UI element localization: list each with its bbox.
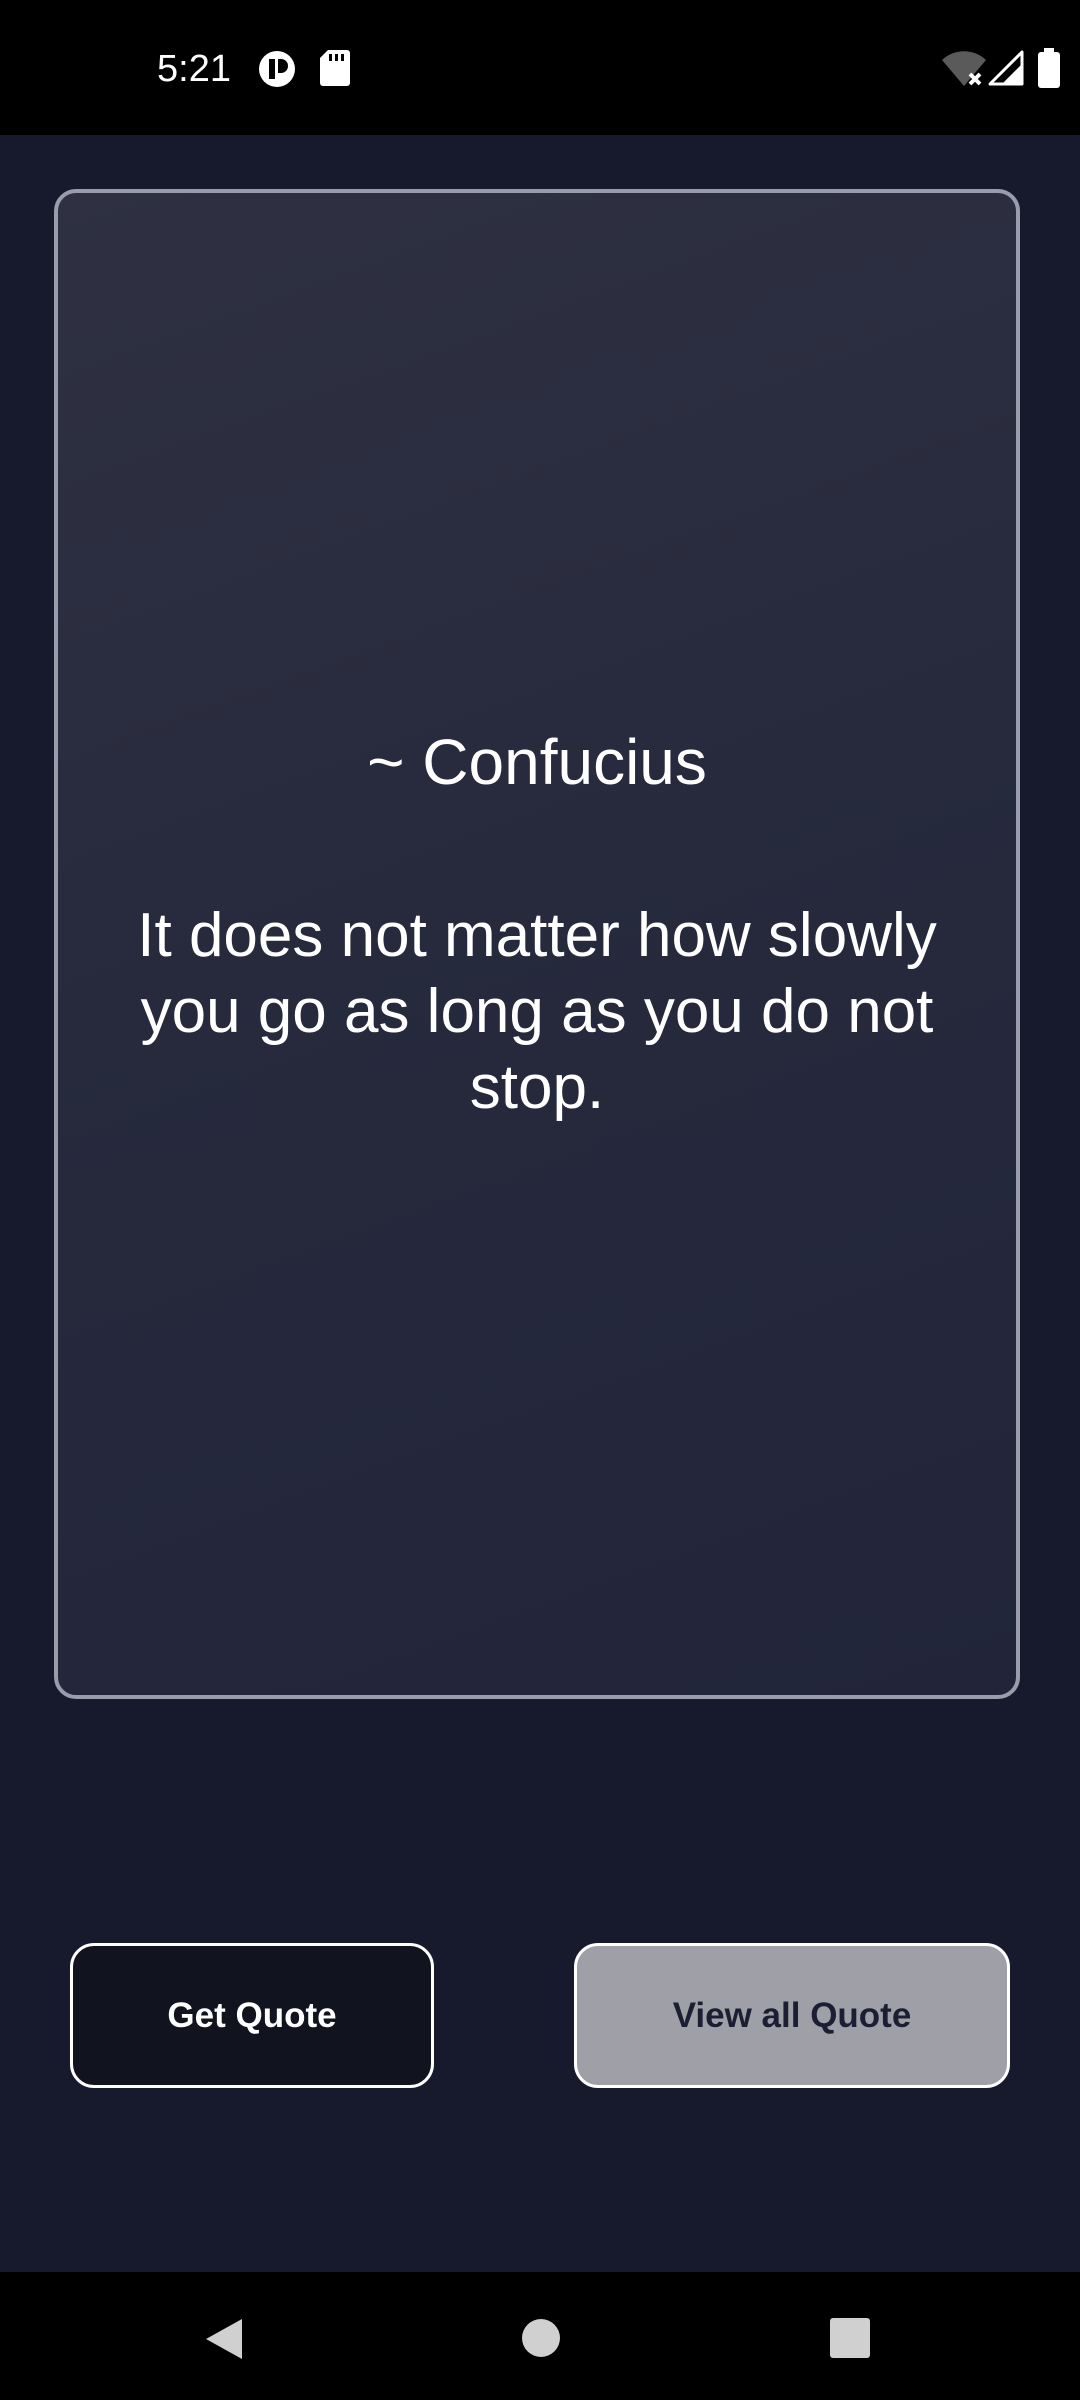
navigation-bar (0, 2272, 1080, 2400)
cell-signal-icon (988, 50, 1024, 86)
app-screen: 5:21 ~ Confucius It does not matter how … (0, 0, 1080, 2400)
view-all-quote-button[interactable]: View all Quote (574, 1943, 1010, 2088)
status-time: 5:21 (157, 48, 231, 90)
status-bar: 5:21 (0, 0, 1080, 135)
back-icon[interactable] (204, 2317, 244, 2361)
app-notification-icon (259, 51, 295, 87)
quote-author: ~ Confucius (367, 726, 707, 798)
recents-icon[interactable] (830, 2318, 870, 2358)
wifi-off-icon (942, 51, 986, 86)
sd-card-icon (320, 50, 350, 86)
home-icon[interactable] (521, 2318, 561, 2358)
quote-text: It does not matter how slowly you go as … (137, 901, 937, 1122)
quote-card: ~ Confucius It does not matter how slowl… (54, 189, 1020, 1699)
battery-icon (1038, 48, 1060, 88)
get-quote-button[interactable]: Get Quote (70, 1943, 434, 2088)
